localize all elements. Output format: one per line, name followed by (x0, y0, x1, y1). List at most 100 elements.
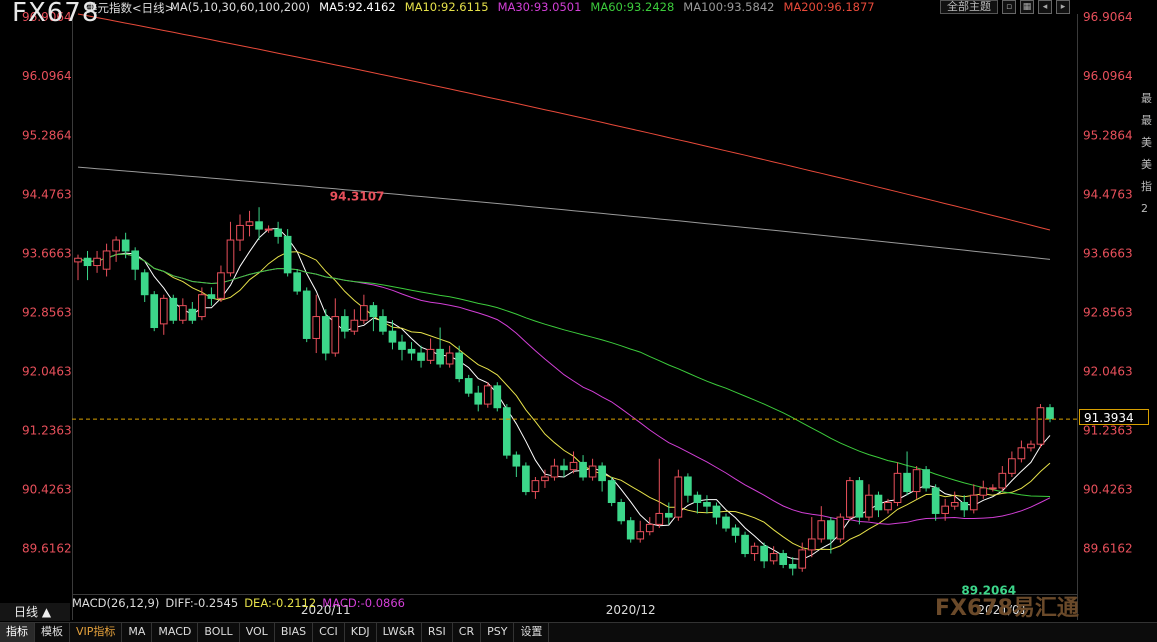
candle-up (102, 250, 111, 270)
tab-bias[interactable]: BIAS (275, 623, 314, 642)
tab-kdj[interactable]: KDJ (345, 623, 377, 642)
candle-down (741, 534, 749, 555)
candle-up (865, 494, 873, 518)
ma100-value: MA100:93.5842 (683, 0, 775, 14)
candle-up (769, 553, 778, 562)
view-all-button[interactable]: 全部主题 (940, 0, 998, 14)
candle-down (779, 553, 788, 565)
candle-down (436, 348, 444, 365)
candle-down (922, 469, 930, 489)
candle-down (398, 341, 406, 350)
tab-vip-indicators[interactable]: VIP指标 (70, 623, 123, 642)
candle-down (664, 512, 673, 518)
candle-down (388, 330, 397, 343)
tab-boll[interactable]: BOLL (198, 623, 240, 642)
candle-down (121, 239, 130, 252)
ma10-value: MA10:92.6115 (404, 0, 489, 14)
y-tick-label-right: 96.0964 (1083, 69, 1133, 83)
candle-up (1008, 458, 1016, 474)
tab-rsi[interactable]: RSI (422, 623, 453, 642)
candle-down (560, 465, 568, 471)
candle-up (588, 465, 597, 478)
settings-icon[interactable]: ▫ (1002, 0, 1016, 14)
top-right-controls: 全部主题 ▫ ▦ ◂ ▸ (940, 0, 1070, 14)
tab-psy[interactable]: PSY (481, 623, 515, 642)
period-day-button[interactable]: 日线 ▲ (0, 603, 70, 621)
y-tick-label-left: 90.4263 (22, 483, 72, 497)
candle-down (379, 316, 387, 332)
candle-down (302, 290, 311, 339)
y-tick-label-left: 95.2864 (22, 128, 72, 142)
ma30-value: MA30:93.0501 (497, 0, 582, 14)
y-tick-label-right: 93.6663 (1083, 246, 1133, 260)
tab-settings[interactable]: 设置 (514, 623, 550, 642)
tab-cci[interactable]: CCI (313, 623, 345, 642)
candle-up (483, 385, 492, 405)
candle-up (74, 257, 82, 263)
indicator-tab-bar: 指标 模板 VIP指标 MA MACD BOLL VOL BIAS CCI KD… (0, 622, 1157, 642)
candle-up (884, 502, 892, 511)
candle-down (493, 385, 502, 409)
tab-cr[interactable]: CR (453, 623, 482, 642)
collapse-icon[interactable]: ◂ (1038, 0, 1052, 14)
y-tick-label-right: 92.8563 (1083, 305, 1133, 319)
candle-up (312, 316, 321, 339)
candle-up (1017, 447, 1026, 460)
candle-down (722, 516, 730, 529)
y-tick-label-right: 95.2864 (1083, 128, 1133, 142)
macd-legend: MACD(26,12,9) DIFF:-0.2545 DEA:-0.2112 M… (72, 596, 405, 610)
side-char: 美 (1141, 158, 1152, 171)
candle-down (712, 505, 721, 518)
candle-up (350, 319, 359, 332)
candle-up (988, 487, 997, 490)
candle-up (159, 297, 168, 325)
tab-macd[interactable]: MACD (152, 623, 199, 642)
candle-up (1027, 443, 1035, 449)
side-char: 最 (1141, 114, 1152, 127)
candle-up (531, 480, 540, 493)
y-tick-label-left: 96.0964 (22, 69, 72, 83)
candle-down (626, 520, 635, 540)
tab-ma[interactable]: MA (122, 623, 153, 642)
candle-down (579, 461, 587, 478)
candle-down (522, 465, 530, 493)
candle-up (1036, 407, 1045, 445)
grid-icon[interactable]: ▦ (1020, 0, 1034, 14)
tab-indicators[interactable]: 指标 (0, 623, 35, 642)
candle-down (131, 250, 140, 270)
candle-down (255, 221, 263, 230)
candle-down (731, 527, 740, 536)
y-tick-label-left: 89.6162 (22, 542, 72, 556)
x-tick-label: 2020/12 (606, 603, 656, 617)
candle-down (321, 316, 330, 354)
candle-down (340, 316, 349, 332)
candle-up (178, 305, 187, 321)
y-tick-label-left: 92.0463 (22, 365, 72, 379)
side-char: 2 (1141, 202, 1148, 215)
candle-up (445, 352, 454, 365)
tab-vol[interactable]: VOL (240, 623, 275, 642)
ma200-value: MA200:96.1877 (783, 0, 875, 14)
expand-icon[interactable]: ▸ (1056, 0, 1070, 14)
candle-down (283, 235, 292, 274)
candle-down (502, 407, 511, 456)
candle-down (169, 297, 178, 321)
candle-up (645, 523, 654, 533)
candle-up (264, 228, 273, 231)
candlestick-chart: 94.310789.206491.5992 96.906496.096495.2… (0, 0, 1157, 641)
candle-up (569, 461, 578, 471)
candle-down (598, 465, 606, 482)
macd-dea: DEA:-0.2112 (244, 596, 317, 610)
candle-down (617, 502, 626, 522)
candle-down (207, 294, 216, 299)
side-info-panel: 最 最 美 美 指 2 (1141, 88, 1157, 220)
y-tick-label-left: 91.2363 (22, 424, 72, 438)
candle-up (331, 316, 340, 354)
ma-legend-label: MA(5,10,30,60,100,200) (170, 0, 311, 14)
tab-templates[interactable]: 模板 (35, 623, 70, 642)
candle-up (112, 239, 120, 252)
candle-down (1046, 407, 1054, 420)
tab-lwr[interactable]: LW&R (377, 623, 422, 642)
candle-down (874, 494, 883, 511)
candle-down (293, 272, 302, 292)
